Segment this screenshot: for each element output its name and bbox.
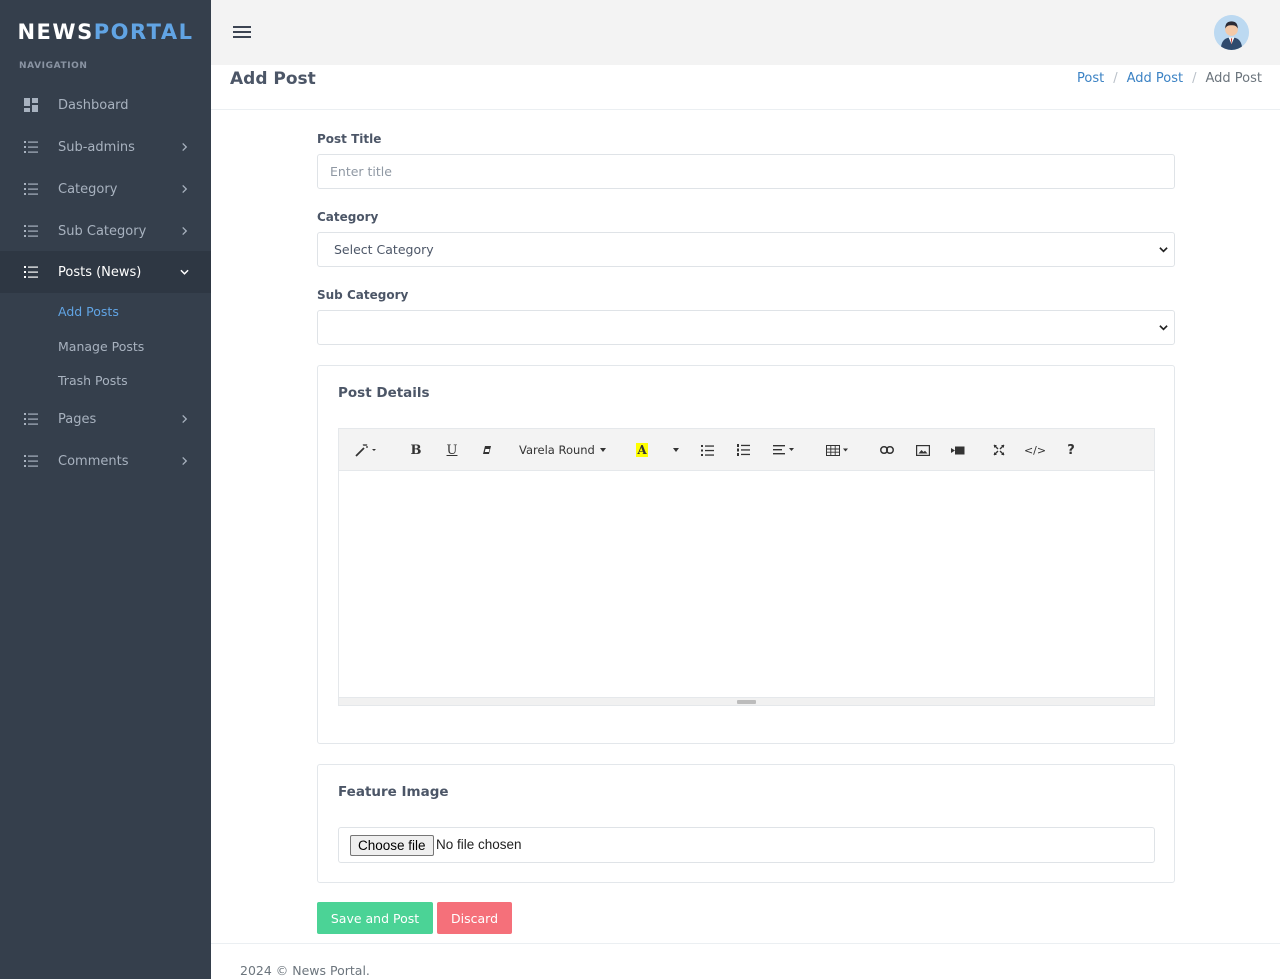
nav-heading: NAVIGATION — [19, 61, 88, 71]
sidebar-item-label: Pages — [58, 411, 97, 427]
brand-text-portal: PORTAL — [93, 20, 194, 44]
chevron-right-icon — [182, 142, 188, 152]
breadcrumb: Post / Add Post / Add Post — [1077, 71, 1262, 86]
link-icon[interactable] — [880, 441, 894, 459]
eraser-icon[interactable] — [480, 441, 494, 459]
sidebar-item-label: Posts (News) — [58, 264, 142, 280]
help-icon[interactable]: ? — [1065, 441, 1077, 459]
subcategory-select[interactable] — [317, 310, 1175, 345]
fullscreen-icon[interactable] — [992, 441, 1006, 459]
video-icon[interactable] — [951, 441, 965, 459]
align-dropdown-icon[interactable] — [772, 441, 796, 459]
rich-text-editor: B U Varela Round A </> ? — [338, 428, 1155, 706]
sidebar-item-dashboard[interactable]: Dashboard — [0, 84, 211, 126]
resize-grip-icon — [737, 700, 756, 704]
category-select[interactable]: Select Category — [317, 232, 1175, 267]
font-family-dropdown[interactable]: Varela Round — [519, 441, 609, 459]
chevron-right-icon — [182, 184, 188, 194]
underline-icon[interactable]: U — [445, 441, 459, 459]
header-divider — [211, 109, 1280, 110]
font-family-value: Varela Round — [519, 443, 595, 457]
breadcrumb-current: Add Post — [1205, 71, 1262, 86]
chevron-down-icon — [1159, 324, 1168, 330]
list-icon — [24, 141, 38, 153]
table-dropdown-icon[interactable] — [825, 441, 851, 459]
chevron-right-icon — [182, 226, 188, 236]
list-icon — [24, 455, 38, 467]
post-title-label: Post Title — [317, 132, 382, 146]
editor-toolbar: B U Varela Round A </> ? — [339, 429, 1154, 471]
topbar — [211, 0, 1280, 65]
bullet-list-icon[interactable] — [700, 441, 714, 459]
sidebar: NEWSPORTAL NAVIGATION Dashboard Sub-admi… — [0, 0, 211, 979]
feature-image-title: Feature Image — [338, 784, 449, 800]
list-icon — [24, 266, 38, 278]
highlight-color-icon[interactable]: A — [635, 441, 649, 459]
sidebar-item-posts[interactable]: Posts (News) — [0, 251, 211, 293]
sidebar-item-label: Sub Category — [58, 223, 147, 239]
brand-text-news: NEWS — [17, 20, 94, 44]
numbered-list-icon[interactable] — [736, 441, 750, 459]
category-selected-value: Select Category — [334, 242, 434, 257]
editor-content-area[interactable] — [339, 471, 1154, 697]
sidebar-item-pages[interactable]: Pages — [0, 398, 211, 440]
feature-image-file-input[interactable]: Choose file No file chosen — [338, 827, 1155, 863]
breadcrumb-link-add-post[interactable]: Add Post — [1127, 71, 1184, 86]
sidebar-item-comments[interactable]: Comments — [0, 440, 211, 482]
footer-divider — [211, 943, 1280, 944]
list-icon — [24, 413, 38, 425]
breadcrumb-separator: / — [1192, 71, 1197, 86]
list-icon — [24, 183, 38, 195]
subcategory-label: Sub Category — [317, 288, 409, 302]
chevron-right-icon — [182, 414, 188, 424]
sidebar-item-label: Sub-admins — [58, 139, 135, 155]
breadcrumb-link-post[interactable]: Post — [1077, 71, 1104, 86]
footer-copyright: 2024 © News Portal. — [240, 963, 370, 978]
image-icon[interactable] — [916, 441, 930, 459]
feature-image-card: Feature Image Choose file No file chosen — [317, 764, 1175, 883]
post-details-title: Post Details — [338, 385, 430, 401]
sidebar-item-sub-admins[interactable]: Sub-admins — [0, 126, 211, 168]
post-details-card: Post Details B U Varela Round A </> ? — [317, 365, 1175, 744]
post-title-placeholder: Enter title — [330, 164, 392, 179]
breadcrumb-separator: / — [1113, 71, 1118, 86]
editor-resize-handle[interactable] — [339, 697, 1154, 705]
file-status-text: No file chosen — [436, 837, 522, 852]
user-avatar-icon[interactable] — [1214, 15, 1249, 50]
bold-icon[interactable]: B — [409, 441, 423, 459]
submenu-item-add-posts[interactable]: Add Posts — [58, 304, 119, 319]
list-icon — [24, 225, 38, 237]
code-view-icon[interactable]: </> — [1024, 441, 1046, 459]
page-title: Add Post — [230, 69, 316, 89]
magic-style-icon[interactable] — [353, 441, 379, 459]
chevron-down-icon — [180, 269, 189, 275]
sidebar-item-label: Comments — [58, 453, 129, 469]
sidebar-item-sub-category[interactable]: Sub Category — [0, 210, 211, 252]
save-and-post-button[interactable]: Save and Post — [317, 902, 433, 934]
color-dropdown-icon[interactable] — [671, 441, 681, 459]
sidebar-item-label: Dashboard — [58, 97, 129, 113]
hamburger-icon[interactable] — [233, 25, 251, 39]
chevron-down-icon — [1159, 246, 1168, 252]
sidebar-item-label: Category — [58, 181, 118, 197]
sidebar-item-category[interactable]: Category — [0, 168, 211, 210]
submenu-item-trash-posts[interactable]: Trash Posts — [58, 373, 128, 388]
submenu-item-manage-posts[interactable]: Manage Posts — [58, 339, 144, 354]
discard-button[interactable]: Discard — [437, 902, 512, 934]
dashboard-icon — [24, 98, 38, 112]
chevron-right-icon — [182, 456, 188, 466]
post-title-input[interactable]: Enter title — [317, 154, 1175, 189]
category-label: Category — [317, 210, 379, 224]
brand-logo[interactable]: NEWSPORTAL — [0, 0, 211, 62]
choose-file-button[interactable]: Choose file — [350, 835, 434, 856]
